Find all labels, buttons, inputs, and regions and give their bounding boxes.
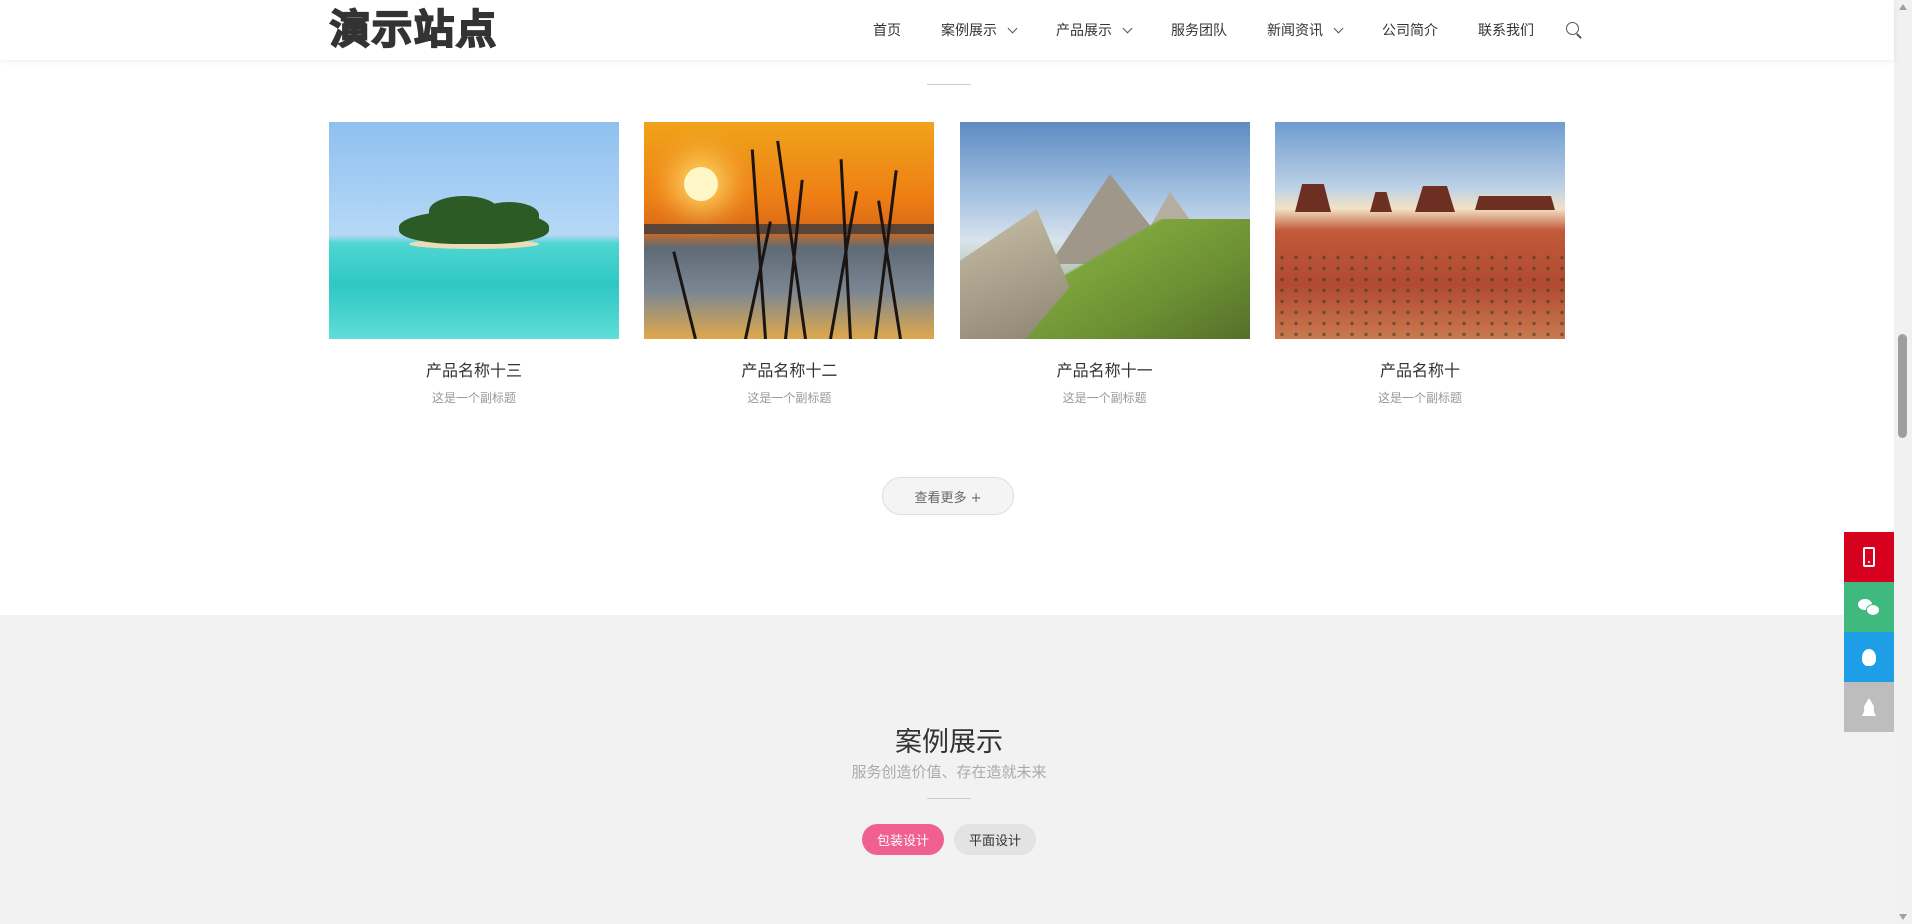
- search-icon[interactable]: [1564, 20, 1584, 40]
- sunset-sun: [684, 167, 719, 201]
- page: 演示站点 首页 案例展示 产品展示 服务团队 新闻资讯 公司简介 联系我们 产品…: [0, 0, 1912, 924]
- product-image-island[interactable]: [329, 122, 619, 339]
- product-card[interactable]: 产品名称十 这是一个副标题: [1274, 122, 1565, 406]
- scroll-up-arrow-icon[interactable]: [1899, 4, 1907, 10]
- back-to-top-button[interactable]: [1844, 682, 1894, 732]
- site-logo[interactable]: 演示站点: [329, 7, 498, 53]
- product-title[interactable]: 产品名称十一: [960, 357, 1250, 381]
- tab-packaging-design[interactable]: 包装设计: [861, 824, 944, 855]
- product-subtitle: 这是一个副标题: [431, 391, 516, 405]
- nav-label: 服务团队: [1171, 23, 1227, 39]
- nav-label: 公司简介: [1382, 23, 1438, 39]
- product-card[interactable]: 产品名称十二 这是一个副标题: [644, 122, 935, 406]
- nav-label: 产品展示: [1056, 23, 1112, 39]
- nav-label: 案例展示: [941, 23, 997, 39]
- section-divider: [927, 84, 971, 85]
- nav-label: 联系我们: [1478, 23, 1534, 39]
- desert-butte: [1294, 184, 1331, 212]
- island-palms: [479, 202, 539, 228]
- qq-icon: [1862, 648, 1876, 666]
- page-scrollbar[interactable]: [1894, 0, 1912, 924]
- case-tabs: 包装设计 平面设计: [0, 824, 1898, 855]
- desert-butte: [1369, 192, 1392, 212]
- view-more-button[interactable]: 查看更多 +: [882, 477, 1014, 515]
- product-image-sunset[interactable]: [644, 122, 935, 339]
- product-title[interactable]: 产品名称十三: [329, 357, 619, 381]
- main-nav: 首页 案例展示 产品展示 服务团队 新闻资讯 公司简介 联系我们: [833, 0, 1584, 60]
- scroll-down-arrow-icon[interactable]: [1899, 914, 1907, 920]
- section-divider: [927, 798, 971, 799]
- float-toolbar: [1844, 532, 1894, 732]
- nav-label: 新闻资讯: [1267, 23, 1323, 39]
- nav-item-home[interactable]: 首页: [873, 20, 901, 40]
- phone-icon: [1863, 547, 1875, 567]
- desert-butte: [1414, 186, 1455, 212]
- product-card[interactable]: 产品名称十三 这是一个副标题: [329, 122, 619, 406]
- product-card[interactable]: 产品名称十一 这是一个副标题: [959, 122, 1250, 406]
- case-section-subtitle: 服务创造价值、存在造就未来: [851, 763, 1047, 781]
- phone-button[interactable]: [1844, 532, 1894, 582]
- product-title[interactable]: 产品名称十二: [644, 357, 934, 381]
- nav-item-products[interactable]: 产品展示: [1056, 20, 1133, 40]
- chevron-down-icon: [1333, 23, 1344, 33]
- qq-button[interactable]: [1844, 632, 1894, 682]
- case-section-title: 案例展示: [895, 727, 1003, 758]
- product-image-desert[interactable]: [1274, 122, 1565, 339]
- nav-item-news[interactable]: 新闻资讯: [1267, 20, 1344, 40]
- product-title[interactable]: 产品名称十: [1275, 357, 1565, 381]
- nav-item-about[interactable]: 公司简介: [1382, 20, 1438, 40]
- sunset-reed: [839, 159, 853, 339]
- product-subtitle: 这是一个副标题: [1062, 391, 1147, 405]
- product-subtitle: 这是一个副标题: [1377, 391, 1462, 405]
- sunset-reed: [776, 140, 808, 339]
- scroll-thumb[interactable]: [1898, 334, 1907, 438]
- site-header: 演示站点 首页 案例展示 产品展示 服务团队 新闻资讯 公司简介 联系我们: [0, 0, 1894, 60]
- chevron-down-icon: [1122, 23, 1133, 33]
- tab-graphic-design[interactable]: 平面设计: [954, 824, 1037, 855]
- product-subtitle: 这是一个副标题: [747, 391, 832, 405]
- product-image-mountain[interactable]: [959, 122, 1250, 339]
- product-grid: 产品名称十三 这是一个副标题 产品名称十二 这是一个副标题 产品名称十一 这是一…: [329, 122, 1565, 406]
- nav-item-contact[interactable]: 联系我们: [1478, 20, 1534, 40]
- desert-butte: [1474, 196, 1555, 210]
- wechat-icon: [1858, 599, 1880, 616]
- nav-label: 首页: [873, 23, 901, 39]
- nav-item-cases[interactable]: 案例展示: [941, 20, 1018, 40]
- desert-shrubs: [1274, 252, 1565, 339]
- sunset-reed: [672, 251, 698, 339]
- chevron-down-icon: [1007, 23, 1018, 33]
- back-to-top-icon: [1862, 698, 1876, 716]
- wechat-button[interactable]: [1844, 582, 1894, 632]
- nav-item-team[interactable]: 服务团队: [1171, 20, 1227, 40]
